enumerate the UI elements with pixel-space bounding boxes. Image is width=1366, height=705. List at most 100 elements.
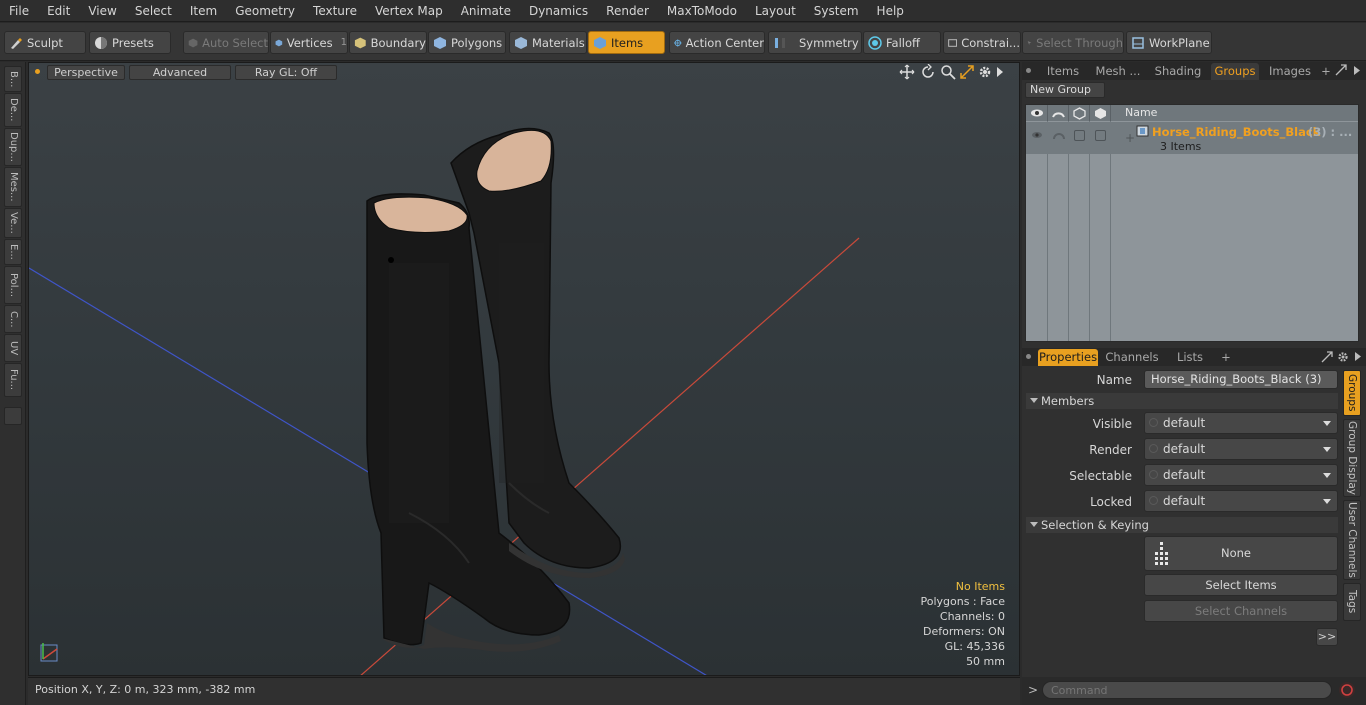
zoom-icon[interactable] xyxy=(940,64,956,80)
col-divider xyxy=(1089,121,1090,341)
tab-extra[interactable] xyxy=(4,407,22,425)
name-field[interactable]: Horse_Riding_Boots_Black (3) xyxy=(1144,370,1338,389)
vtab-groups[interactable]: Groups xyxy=(1343,370,1361,416)
menu-dynamics[interactable]: Dynamics xyxy=(520,0,597,22)
viewport-settings-icon[interactable] xyxy=(977,64,993,80)
keying-none-button[interactable]: None xyxy=(1144,536,1338,571)
eye-icon[interactable] xyxy=(1030,130,1044,140)
panel-arrow-icon[interactable] xyxy=(1354,351,1362,362)
polygons-button[interactable]: Polygons xyxy=(428,31,506,54)
materials-label: Materials xyxy=(532,35,585,50)
new-group-button[interactable]: New Group xyxy=(1025,82,1105,98)
tab-items[interactable]: Items xyxy=(1040,63,1086,80)
selection-keying-section-header[interactable]: Selection & Keying xyxy=(1026,517,1338,533)
select-checkbox[interactable] xyxy=(1074,130,1085,141)
col-name[interactable]: Name xyxy=(1111,105,1358,121)
tab-polygon[interactable]: Pol... xyxy=(4,266,22,304)
boundary-button[interactable]: Boundary xyxy=(349,31,427,54)
menu-item[interactable]: Item xyxy=(181,0,226,22)
tab-properties[interactable]: Properties xyxy=(1038,349,1098,366)
group-row[interactable]: + Horse_Riding_Boots_Black (3) : ... 3 I… xyxy=(1026,122,1358,154)
expand-icon[interactable]: + xyxy=(1125,131,1135,145)
tab-basic[interactable]: B... xyxy=(4,66,22,92)
rotate-icon[interactable] xyxy=(920,64,936,80)
add-tab-icon[interactable]: + xyxy=(1320,63,1332,80)
menu-layout[interactable]: Layout xyxy=(746,0,805,22)
maximize-icon[interactable] xyxy=(1321,351,1333,363)
tab-images[interactable]: Images xyxy=(1265,63,1315,80)
pan-icon[interactable] xyxy=(899,64,915,80)
radio-icon xyxy=(1149,470,1158,479)
select-items-button[interactable]: Select Items xyxy=(1144,574,1338,596)
auto-select-button[interactable]: Auto Select xyxy=(183,31,269,54)
shading-dropdown[interactable]: Advanced xyxy=(129,65,231,80)
tab-shading[interactable]: Shading xyxy=(1150,63,1206,80)
menu-help[interactable]: Help xyxy=(868,0,913,22)
vtab-user-channels[interactable]: User Channels xyxy=(1343,500,1361,580)
tab-edge[interactable]: E... xyxy=(4,239,22,265)
menu-geometry[interactable]: Geometry xyxy=(226,0,304,22)
tab-vertex[interactable]: Ve... xyxy=(4,208,22,238)
tab-uv[interactable]: UV xyxy=(4,334,22,362)
render-icon[interactable] xyxy=(1052,130,1066,140)
tab-mesh-edit[interactable]: Mes... xyxy=(4,167,22,207)
vtab-tags[interactable]: Tags xyxy=(1343,583,1361,621)
raygl-toggle[interactable]: Ray GL: Off xyxy=(235,65,337,80)
locked-dropdown[interactable]: default xyxy=(1144,490,1338,512)
vtab-group-display[interactable]: Group Display xyxy=(1343,419,1361,497)
lock-checkbox[interactable] xyxy=(1095,130,1106,141)
tab-curve[interactable]: C... xyxy=(4,305,22,333)
menu-animate[interactable]: Animate xyxy=(452,0,520,22)
tab-channels[interactable]: Channels xyxy=(1104,349,1160,366)
tab-lists[interactable]: Lists xyxy=(1168,349,1212,366)
menu-render[interactable]: Render xyxy=(597,0,658,22)
select-through-button[interactable]: Select Through xyxy=(1022,31,1124,54)
col-render[interactable] xyxy=(1048,105,1069,121)
tab-mesh[interactable]: Mesh ... xyxy=(1092,63,1144,80)
vertices-button[interactable]: Vertices 1 xyxy=(270,31,348,54)
items-button[interactable]: Items xyxy=(588,31,665,54)
menu-view[interactable]: View xyxy=(79,0,125,22)
materials-button[interactable]: Materials xyxy=(509,31,587,54)
action-center-button[interactable]: Action Center xyxy=(669,31,765,54)
command-input[interactable] xyxy=(1042,681,1332,699)
items-label: Items xyxy=(611,35,644,50)
render-dropdown[interactable]: default xyxy=(1144,438,1338,460)
menu-texture[interactable]: Texture xyxy=(304,0,366,22)
tab-groups[interactable]: Groups xyxy=(1211,63,1259,80)
select-channels-button[interactable]: Select Channels xyxy=(1144,600,1338,622)
constraints-button[interactable]: Constrai... xyxy=(943,31,1021,54)
tab-duplicate[interactable]: Dup... xyxy=(4,128,22,166)
visible-dropdown[interactable]: default xyxy=(1144,412,1338,434)
col-lock[interactable] xyxy=(1090,105,1111,121)
menu-edit[interactable]: Edit xyxy=(38,0,79,22)
col-select[interactable] xyxy=(1069,105,1090,121)
menu-select[interactable]: Select xyxy=(126,0,181,22)
menu-file[interactable]: File xyxy=(0,0,38,22)
menu-vertex-map[interactable]: Vertex Map xyxy=(366,0,452,22)
view-mode-dropdown[interactable]: Perspective xyxy=(47,65,125,80)
tab-deform[interactable]: De... xyxy=(4,93,22,127)
gear-icon[interactable] xyxy=(1337,351,1349,363)
maximize-icon[interactable] xyxy=(1335,64,1347,76)
col-visible[interactable] xyxy=(1026,105,1048,121)
panel-arrow-icon[interactable] xyxy=(1353,65,1361,76)
record-icon[interactable] xyxy=(1338,681,1356,699)
workplane-button[interactable]: WorkPlane xyxy=(1126,31,1212,54)
more-button[interactable]: >> xyxy=(1316,628,1338,646)
menu-maxtomodo[interactable]: MaxToModo xyxy=(658,0,746,22)
fit-view-icon[interactable] xyxy=(959,64,975,80)
viewport-menu-arrow-icon[interactable] xyxy=(995,66,1005,78)
presets-button[interactable]: Presets xyxy=(89,31,171,54)
selectable-dropdown[interactable]: default xyxy=(1144,464,1338,486)
falloff-button[interactable]: Falloff xyxy=(863,31,941,54)
radio-icon xyxy=(1149,444,1158,453)
symmetry-button[interactable]: Symmetry xyxy=(768,31,862,54)
add-tab-icon[interactable]: + xyxy=(1220,349,1232,366)
tab-fusion[interactable]: Fu... xyxy=(4,363,22,397)
symmetry-icon xyxy=(775,37,785,48)
members-section-header[interactable]: Members xyxy=(1026,393,1338,409)
sculpt-button[interactable]: Sculpt xyxy=(4,31,86,54)
menu-system[interactable]: System xyxy=(805,0,868,22)
3d-viewport[interactable]: Perspective Advanced Ray GL: Off No Item… xyxy=(28,62,1020,676)
